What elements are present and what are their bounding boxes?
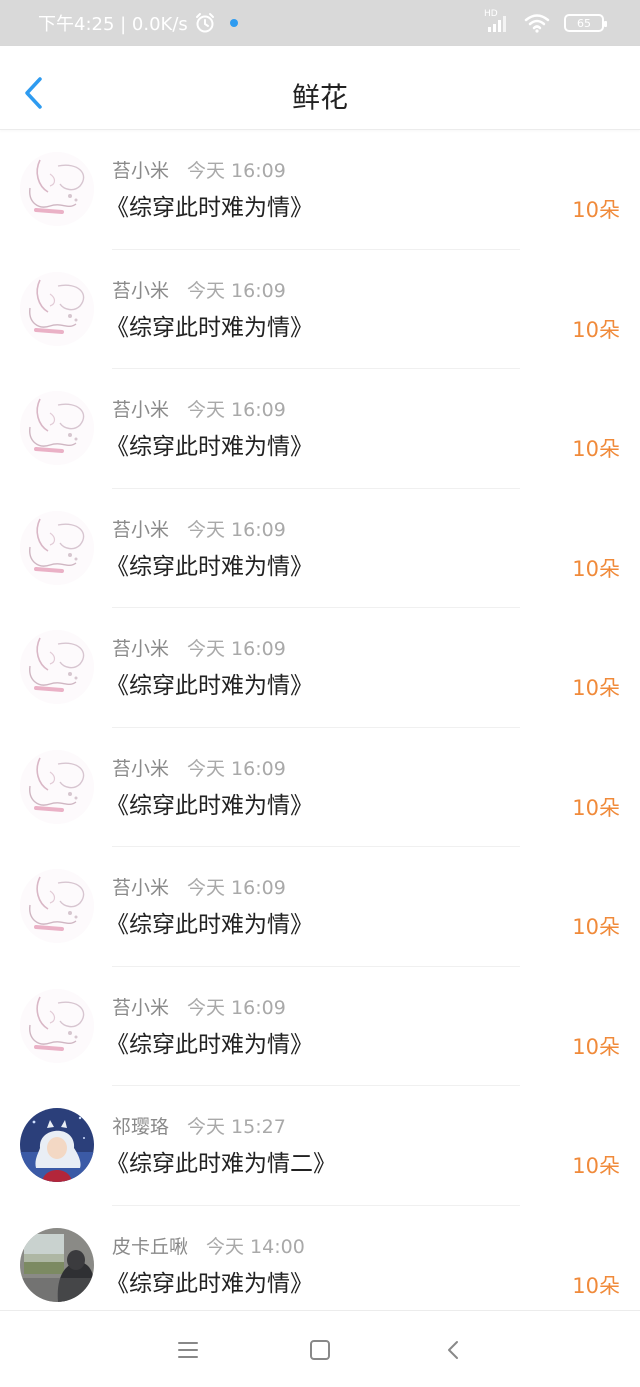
timestamp: 今天 15:27 [187, 1116, 286, 1138]
list-item[interactable]: 苔小米 今天 16:09 《综穿此时难为情》 10朵 [0, 250, 640, 369]
back-nav-icon[interactable] [442, 1339, 466, 1361]
user-name: 祁璎珞 [112, 1116, 170, 1138]
timestamp: 今天 16:09 [187, 160, 286, 182]
name-line: 苔小米 今天 16:09 [112, 515, 286, 542]
user-name: 苔小米 [112, 638, 170, 660]
user-name: 苔小米 [112, 996, 170, 1019]
list-item[interactable]: 苔小米 今天 16:09 《综穿此时难为情》 10朵 [0, 608, 640, 728]
home-icon[interactable] [308, 1339, 332, 1361]
list-item[interactable]: 苔小米 今天 16:09 《综穿此时难为情》 10朵 [0, 728, 640, 847]
battery-level: 65 [577, 16, 591, 30]
flower-count: 10朵 [572, 915, 620, 939]
name-line: 祁璎珞 今天 15:27 [112, 1112, 286, 1139]
book-title: 《综穿此时难为情》 [106, 1270, 313, 1297]
list-item[interactable]: 祁璎珞 今天 15:27 《综穿此时难为情二》 10朵 [0, 1086, 640, 1206]
avatar[interactable] [20, 630, 94, 704]
flower-list: 苔小米 今天 16:09 《综穿此时难为情》 10朵 苔小米 今天 16:09 《综… [0, 130, 640, 1325]
name-line: 苔小米 今天 16:09 [112, 276, 286, 303]
avatar[interactable] [20, 988, 94, 1063]
alarm-icon [195, 13, 214, 33]
avatar[interactable] [20, 749, 94, 824]
list-item[interactable]: 苔小米 今天 16:09 《综穿此时难为情》 10朵 [0, 489, 640, 608]
book-title: 《综穿此时难为情》 [106, 792, 313, 819]
book-title: 《综穿此时难为情》 [106, 434, 313, 460]
timestamp: 今天 16:09 [187, 518, 286, 541]
user-name: 苔小米 [112, 877, 170, 899]
user-name: 苔小米 [112, 160, 170, 182]
user-name: 苔小米 [112, 279, 170, 302]
name-line: 苔小米 今天 16:09 [112, 993, 286, 1020]
status-time: 下午4:25 | 0.0K/s [38, 14, 188, 35]
header: 鲜花 [0, 46, 640, 130]
timestamp: 今天 16:09 [187, 996, 286, 1019]
list-item[interactable]: 苔小米 今天 16:09 《综穿此时难为情》 10朵 [0, 130, 640, 250]
flower-count: 10朵 [572, 437, 620, 461]
page-title: 鲜花 [291, 81, 348, 114]
name-line: 苔小米 今天 16:09 [112, 395, 286, 422]
user-name: 苔小米 [112, 399, 170, 421]
notification-dot-icon [229, 19, 238, 27]
avatar[interactable] [20, 1227, 94, 1302]
status-right: HD 65 [484, 9, 607, 33]
user-name: 苔小米 [112, 518, 170, 541]
timestamp: 今天 16:09 [187, 399, 286, 421]
flower-count: 10朵 [572, 676, 620, 700]
name-line: 苔小米 今天 16:09 [112, 873, 286, 900]
name-line: 苔小米 今天 16:09 [112, 754, 286, 781]
timestamp: 今天 14:00 [206, 1235, 305, 1258]
book-title: 《综穿此时难为情》 [106, 673, 313, 699]
book-title: 《综穿此时难为情》 [106, 195, 313, 221]
flower-count: 10朵 [572, 317, 620, 342]
user-name: 皮卡丘啾 [112, 1235, 189, 1258]
name-line: 皮卡丘啾 今天 14:00 [112, 1232, 305, 1259]
avatar[interactable] [20, 152, 94, 226]
menu-icon[interactable] [176, 1339, 200, 1361]
avatar[interactable] [20, 510, 94, 585]
timestamp: 今天 16:09 [187, 279, 286, 302]
battery-icon: 65 [564, 14, 607, 32]
avatar[interactable] [20, 869, 94, 943]
book-title: 《综穿此时难为情》 [106, 1031, 313, 1058]
flower-count: 10朵 [572, 1034, 620, 1059]
list-item[interactable]: 苔小米 今天 16:09 《综穿此时难为情》 10朵 [0, 847, 640, 967]
book-title: 《综穿此时难为情二》 [106, 1151, 336, 1177]
book-title: 《综穿此时难为情》 [106, 912, 313, 938]
status-bar: 下午4:25 | 0.0K/s HD 65 [0, 0, 640, 46]
timestamp: 今天 16:09 [187, 757, 286, 780]
user-name: 苔小米 [112, 757, 170, 780]
name-line: 苔小米 今天 16:09 [112, 634, 286, 661]
network-type-label: HD [484, 9, 498, 19]
flower-count: 10朵 [572, 556, 620, 581]
flower-count: 10朵 [572, 795, 620, 820]
list-item[interactable]: 苔小米 今天 16:09 《综穿此时难为情》 10朵 [0, 967, 640, 1086]
status-left: 下午4:25 | 0.0K/s [38, 10, 238, 36]
avatar[interactable] [20, 391, 94, 465]
name-line: 苔小米 今天 16:09 [112, 156, 286, 183]
avatar[interactable] [20, 271, 94, 346]
avatar[interactable] [20, 1108, 94, 1182]
book-title: 《综穿此时难为情》 [106, 314, 313, 341]
flower-count: 10朵 [572, 198, 620, 222]
timestamp: 今天 16:09 [187, 638, 286, 660]
book-title: 《综穿此时难为情》 [106, 553, 313, 580]
list-item[interactable]: 苔小米 今天 16:09 《综穿此时难为情》 10朵 [0, 369, 640, 489]
flower-count: 10朵 [572, 1154, 620, 1178]
wifi-icon [524, 14, 550, 33]
timestamp: 今天 16:09 [187, 877, 286, 899]
signal-icon: HD [484, 9, 510, 33]
list-item[interactable]: 皮卡丘啾 今天 14:00 《综穿此时难为情》 10朵 [0, 1206, 640, 1326]
flower-count: 10朵 [572, 1273, 620, 1298]
system-nav-bar [0, 1310, 640, 1387]
